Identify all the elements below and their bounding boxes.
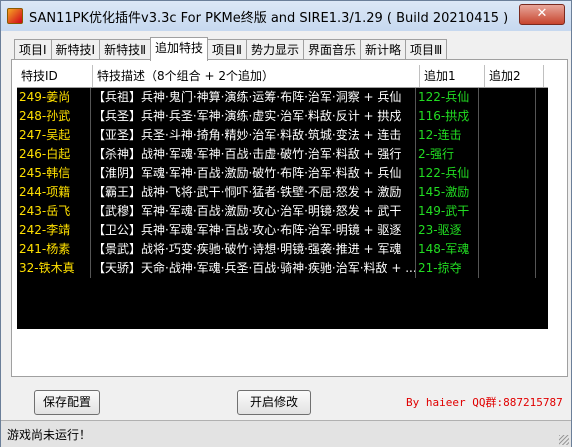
skill-id-cell: 248-孙武 bbox=[17, 107, 91, 126]
tab-project-3[interactable]: 项目Ⅲ bbox=[405, 39, 448, 60]
skill-desc-cell: 【霸王】战神·飞将·武干·恫吓·猛者·铁壁·不屈·怒发 + 激励 bbox=[91, 183, 416, 202]
skill-desc-cell: 【天骄】天命·战神·军魂·兵圣·百战·骑神·疾驰·治军·料敌 + ... bbox=[91, 259, 416, 278]
author-credit: By haieer QQ群:887215787 bbox=[406, 396, 563, 409]
add-2-cell bbox=[479, 183, 536, 202]
tab-project-1[interactable]: 项目Ⅰ bbox=[14, 39, 52, 60]
tab-project-2[interactable]: 项目Ⅱ bbox=[207, 39, 247, 60]
table-row[interactable]: 245-韩信 【淮阴】军魂·军神·百战·激励·破竹·布阵·治军·料敌 + 兵仙 … bbox=[17, 164, 548, 183]
header-skill-desc[interactable]: 特技描述（8个组合 + 2个追加） bbox=[93, 65, 420, 87]
add-2-cell bbox=[479, 164, 536, 183]
add-2-cell bbox=[479, 240, 536, 259]
header-add-2[interactable]: 追加2 bbox=[485, 65, 544, 87]
table-row[interactable]: 242-李靖 【卫公】兵神·军魂·军神·百战·攻心·布阵·治军·明镜 + 驱逐 … bbox=[17, 221, 548, 240]
tab-extra-skill[interactable]: 追加特技 bbox=[150, 37, 209, 61]
add-2-cell bbox=[479, 88, 536, 107]
table-row[interactable]: 249-姜尚 【兵祖】兵神·鬼门·神算·演练·运筹·布阵·治军·洞察 + 兵仙 … bbox=[17, 88, 548, 107]
table-row[interactable]: 246-白起 【杀神】战神·军魂·军神·百战·击虚·破竹·治军·料敌 + 强行 … bbox=[17, 145, 548, 164]
resize-grip-icon[interactable] bbox=[559, 435, 569, 445]
add-2-cell bbox=[479, 145, 536, 164]
add-1-cell: 148-军魂 bbox=[416, 240, 479, 259]
skill-id-cell: 241-杨素 bbox=[17, 240, 91, 259]
tab-new-strategy[interactable]: 新计略 bbox=[359, 39, 406, 60]
skill-table[interactable]: 特技ID 特技描述（8个组合 + 2个追加） 追加1 追加2 249-姜尚 【兵… bbox=[17, 65, 548, 329]
add-1-cell: 122-兵仙 bbox=[416, 164, 479, 183]
close-button[interactable]: ✕ bbox=[519, 4, 565, 25]
tab-strip: 项目Ⅰ 新特技Ⅰ 新特技Ⅱ 追加特技 项目Ⅱ 势力显示 界面音乐 新计略 项目Ⅲ bbox=[14, 37, 448, 61]
tab-panel: 特技ID 特技描述（8个组合 + 2个追加） 追加1 追加2 249-姜尚 【兵… bbox=[11, 59, 568, 377]
add-1-cell: 23-驱逐 bbox=[416, 221, 479, 240]
add-1-cell: 122-兵仙 bbox=[416, 88, 479, 107]
table-row[interactable]: 243-岳飞 【武穆】军神·军魂·百战·激励·攻心·治军·明镜·怒发 + 武干 … bbox=[17, 202, 548, 221]
status-bar: 游戏尚未运行！ bbox=[1, 420, 571, 447]
table-row[interactable]: 247-吴起 【亚圣】兵圣·斗神·掎角·精妙·治军·料敌·筑城·变法 + 连击 … bbox=[17, 126, 548, 145]
add-1-cell: 149-武干 bbox=[416, 202, 479, 221]
app-icon bbox=[7, 8, 23, 24]
skill-desc-cell: 【卫公】兵神·军魂·军神·百战·攻心·布阵·治军·明镜 + 驱逐 bbox=[91, 221, 416, 240]
header-add-1[interactable]: 追加1 bbox=[420, 65, 485, 87]
skill-desc-cell: 【兵祖】兵神·鬼门·神算·演练·运筹·布阵·治军·洞察 + 兵仙 bbox=[91, 88, 416, 107]
table-row[interactable]: 244-项籍 【霸王】战神·飞将·武干·恫吓·猛者·铁壁·不屈·怒发 + 激励 … bbox=[17, 183, 548, 202]
app-window: SAN11PK优化插件v3.3c For PKMe终版 and SIRE1.3/… bbox=[0, 0, 572, 447]
add-2-cell bbox=[479, 202, 536, 221]
tab-force-display[interactable]: 势力显示 bbox=[245, 39, 304, 60]
skill-desc-cell: 【杀神】战神·军魂·军神·百战·击虚·破竹·治军·料敌 + 强行 bbox=[91, 145, 416, 164]
skill-id-cell: 249-姜尚 bbox=[17, 88, 91, 107]
status-text: 游戏尚未运行！ bbox=[7, 428, 92, 442]
table-header: 特技ID 特技描述（8个组合 + 2个追加） 追加1 追加2 bbox=[17, 65, 548, 88]
add-2-cell bbox=[479, 221, 536, 240]
skill-id-cell: 243-岳飞 bbox=[17, 202, 91, 221]
title-bar[interactable]: SAN11PK优化插件v3.3c For PKMe终版 and SIRE1.3/… bbox=[1, 1, 571, 31]
tab-new-skill-1[interactable]: 新特技Ⅰ bbox=[50, 39, 101, 60]
skill-desc-cell: 【淮阴】军魂·军神·百战·激励·破竹·布阵·治军·料敌 + 兵仙 bbox=[91, 164, 416, 183]
add-2-cell bbox=[479, 126, 536, 145]
add-1-cell: 116-拱戍 bbox=[416, 107, 479, 126]
skill-id-cell: 246-白起 bbox=[17, 145, 91, 164]
table-row[interactable]: 32-铁木真 【天骄】天命·战神·军魂·兵圣·百战·骑神·疾驰·治军·料敌 + … bbox=[17, 259, 548, 278]
tab-new-skill-2[interactable]: 新特技Ⅱ bbox=[99, 39, 152, 60]
skill-desc-cell: 【武穆】军神·军魂·百战·激励·攻心·治军·明镜·怒发 + 武干 bbox=[91, 202, 416, 221]
add-2-cell bbox=[479, 259, 536, 278]
skill-id-cell: 244-项籍 bbox=[17, 183, 91, 202]
skill-id-cell: 247-吴起 bbox=[17, 126, 91, 145]
skill-desc-cell: 【亚圣】兵圣·斗神·掎角·精妙·治军·料敌·筑城·变法 + 连击 bbox=[91, 126, 416, 145]
table-row[interactable]: 248-孙武 【兵圣】兵神·兵圣·军神·演练·虚实·治军·料敌·反计 + 拱戍 … bbox=[17, 107, 548, 126]
skill-desc-cell: 【兵圣】兵神·兵圣·军神·演练·虚实·治军·料敌·反计 + 拱戍 bbox=[91, 107, 416, 126]
add-1-cell: 21-掠夺 bbox=[416, 259, 479, 278]
save-config-button[interactable]: 保存配置 bbox=[34, 390, 100, 415]
add-1-cell: 145-激励 bbox=[416, 183, 479, 202]
skill-id-cell: 245-韩信 bbox=[17, 164, 91, 183]
skill-desc-cell: 【景武】战将·巧变·疾驰·破竹·诗想·明镜·强袭·推进 + 军魂 bbox=[91, 240, 416, 259]
action-bar: 保存配置 开启修改 By haieer QQ群:887215787 bbox=[11, 376, 566, 416]
add-1-cell: 2-强行 bbox=[416, 145, 479, 164]
tab-ui-music[interactable]: 界面音乐 bbox=[302, 39, 361, 60]
header-skill-id[interactable]: 特技ID bbox=[17, 65, 93, 87]
skill-id-cell: 242-李靖 bbox=[17, 221, 91, 240]
table-row[interactable]: 241-杨素 【景武】战将·巧变·疾驰·破竹·诗想·明镜·强袭·推进 + 军魂 … bbox=[17, 240, 548, 259]
add-2-cell bbox=[479, 107, 536, 126]
start-modify-button[interactable]: 开启修改 bbox=[237, 390, 311, 415]
add-1-cell: 12-连击 bbox=[416, 126, 479, 145]
window-title: SAN11PK优化插件v3.3c For PKMe终版 and SIRE1.3/… bbox=[29, 10, 509, 26]
skill-id-cell: 32-铁木真 bbox=[17, 259, 91, 278]
